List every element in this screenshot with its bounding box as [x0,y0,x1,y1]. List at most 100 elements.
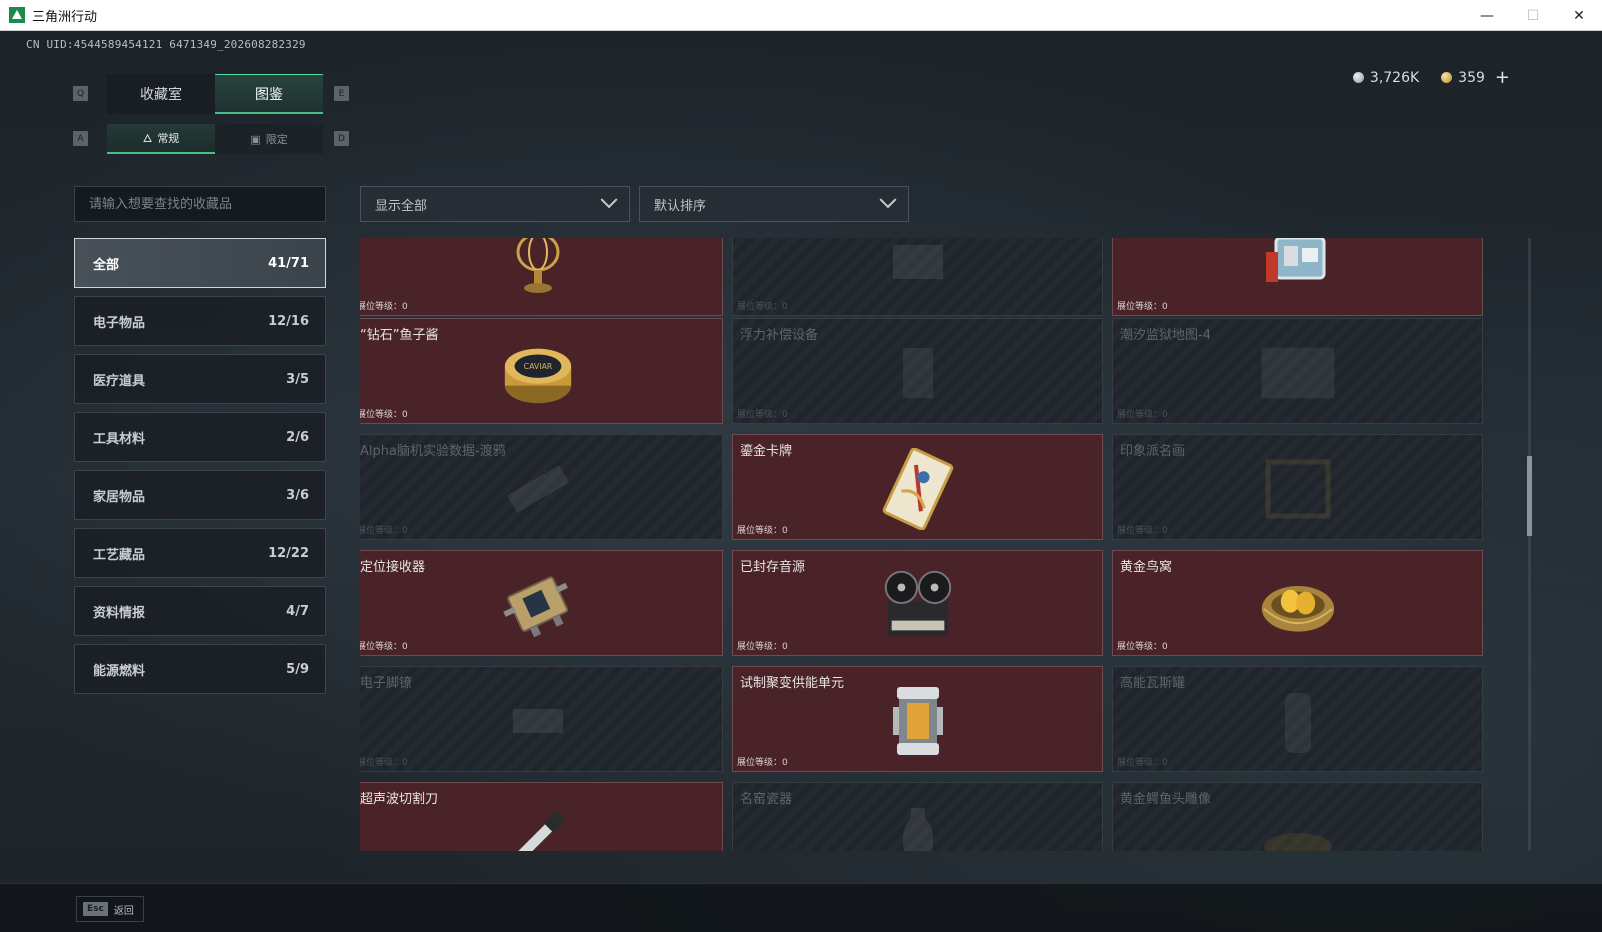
painting-icon [1258,449,1338,529]
collectible-card[interactable]: 展位等级：0 [732,238,1103,316]
collectible-card[interactable]: 已封存音源 展位等级：0 [732,550,1103,656]
collectible-card[interactable]: 黄金鸟窝 展位等级：0 [1112,550,1483,656]
category-label: 医疗道具 [93,373,146,389]
collectible-card[interactable]: 潮汐监狱地图-4 展位等级：0 [1112,318,1483,424]
fusion-cell-icon [878,681,958,761]
gas-tank-icon [1258,681,1338,761]
collectible-card[interactable]: Alpha脑机实验数据-渡鸦 展位等级：0 [360,434,723,540]
app-logo-icon [9,7,25,23]
card-level: 展位等级：0 [1117,410,1168,420]
subtab-limited[interactable]: ▣ 限定 [215,124,323,154]
limited-icon: ▣ [250,132,261,146]
card-level: 展位等级：0 [360,526,408,536]
filter-dropdown[interactable]: 显示全部 [360,186,630,222]
croc-statue-icon [1258,797,1338,851]
back-button[interactable]: Esc 返回 [76,896,144,922]
category-label: 能源燃料 [93,663,146,679]
silver-currency: 3,726K [1352,70,1419,86]
category-count: 4/7 [286,603,309,619]
card-level: 展位等级：0 [360,758,408,768]
collectible-card[interactable]: 电子脚镣展位等级：0 [360,666,723,772]
minimize-button[interactable]: — [1464,0,1510,31]
category-energy[interactable]: 能源燃料 5/9 [74,644,326,694]
ankle-monitor-icon [498,681,578,761]
category-label: 电子物品 [93,315,146,331]
scrollbar-track[interactable] [1528,238,1531,851]
collectible-card[interactable]: 定位接收器 展位等级：0 [360,550,723,656]
gold-currency: 359 + [1441,67,1510,88]
category-count: 3/6 [286,487,309,503]
filter-dropdown-value: 显示全部 [375,198,428,214]
card-name: 超声波切割刀 [360,792,439,807]
regular-icon: 🜂 [142,132,153,145]
card-name: 电子脚镣 [360,676,413,691]
search-input[interactable] [74,186,326,222]
collectible-card[interactable]: 名窑瓷器展位等级：0 [732,782,1103,851]
svg-text:CAVIAR: CAVIAR [523,362,552,371]
game-area: CN UID:4544589454121 6471349_20260828232… [0,31,1602,932]
golden-nest-icon [1258,565,1338,645]
category-list: 全部 41/71 电子物品 12/16 医疗道具 3/5 工具材料 2/6 家居… [74,238,326,702]
card-level: 展位等级：0 [1117,642,1168,652]
category-electronics[interactable]: 电子物品 12/16 [74,296,326,346]
card-level: 展位等级：0 [737,758,788,768]
sort-dropdown-value: 默认排序 [654,198,707,214]
subtab-regular-label: 常规 [157,132,180,145]
category-tools[interactable]: 工具材料 2/6 [74,412,326,462]
key-hint-q: Q [73,86,88,101]
window-title: 三角洲行动 [32,9,98,25]
category-intel[interactable]: 资料情报 4/7 [74,586,326,636]
bottom-bar: Esc 返回 [0,883,1602,932]
category-count: 41/71 [268,255,309,271]
category-crafts[interactable]: 工艺藏品 12/22 [74,528,326,578]
primary-tabs: 收藏室 图鉴 [107,74,323,114]
collectible-card[interactable]: 展位等级：0 [1112,238,1483,316]
collectible-card[interactable]: 鎏金卡牌 展位等级：0 [732,434,1103,540]
collectible-card[interactable]: 超声波切割刀展位等级：0 [360,782,723,851]
collectible-card[interactable]: 试制聚变供能单元 展位等级：0 [732,666,1103,772]
card-name: 高能瓦斯罐 [1120,676,1186,691]
card-name: 名窑瓷器 [740,792,793,807]
collectible-card[interactable]: 印象派名画 展位等级：0 [1112,434,1483,540]
add-currency-button[interactable]: + [1495,67,1510,88]
uid-text: CN UID:4544589454121 6471349_20260828232… [26,38,306,51]
collectible-card[interactable]: 高能瓦斯罐 展位等级：0 [1112,666,1483,772]
card-name: 潮汐监狱地图-4 [1120,328,1211,343]
card-level: 展位等级：0 [737,302,788,312]
category-household[interactable]: 家居物品 3/6 [74,470,326,520]
card-level: 展位等级：0 [1117,302,1168,312]
receiver-icon [498,565,578,645]
category-label: 工具材料 [93,431,146,447]
category-label: 工艺藏品 [93,547,146,563]
maximize-button[interactable]: ☐ [1510,0,1556,31]
tab-codex[interactable]: 图鉴 [215,74,323,114]
chevron-down-icon [600,191,618,209]
gold-coin-icon [1441,72,1453,83]
key-hint-e: E [334,86,349,101]
card-name: 浮力补偿设备 [740,328,819,343]
collectible-card[interactable]: 黄金鳄鱼头雕像展位等级：0 [1112,782,1483,851]
scrollbar-thumb[interactable] [1527,456,1532,536]
collectible-card[interactable]: “钻石”鱼子酱 CAVIAR 展位等级：0 [360,318,723,424]
tab-collection-room[interactable]: 收藏室 [107,74,215,114]
category-count: 12/16 [268,313,309,329]
window-titlebar: 三角洲行动 — ☐ ✕ [0,0,1602,31]
collectible-card[interactable]: 浮力补偿设备 展位等级：0 [732,318,1103,424]
card-name: 印象派名画 [1120,444,1186,459]
close-button[interactable]: ✕ [1556,0,1602,31]
card-name: 鎏金卡牌 [740,444,793,459]
card-name: 定位接收器 [360,560,426,575]
silver-coin-icon [1352,72,1364,83]
category-label: 全部 [93,257,120,273]
sort-dropdown[interactable]: 默认排序 [639,186,909,222]
cutter-icon [498,797,578,851]
category-label: 家居物品 [93,489,146,505]
category-count: 5/9 [286,661,309,677]
subtab-regular[interactable]: 🜂 常规 [107,124,215,154]
category-medical[interactable]: 医疗道具 3/5 [74,354,326,404]
collectible-card[interactable]: 展位等级：0 [360,238,723,316]
category-all[interactable]: 全部 41/71 [74,238,326,288]
category-count: 2/6 [286,429,309,445]
category-label: 资料情报 [93,605,146,621]
armillary-sphere-icon [498,238,578,305]
